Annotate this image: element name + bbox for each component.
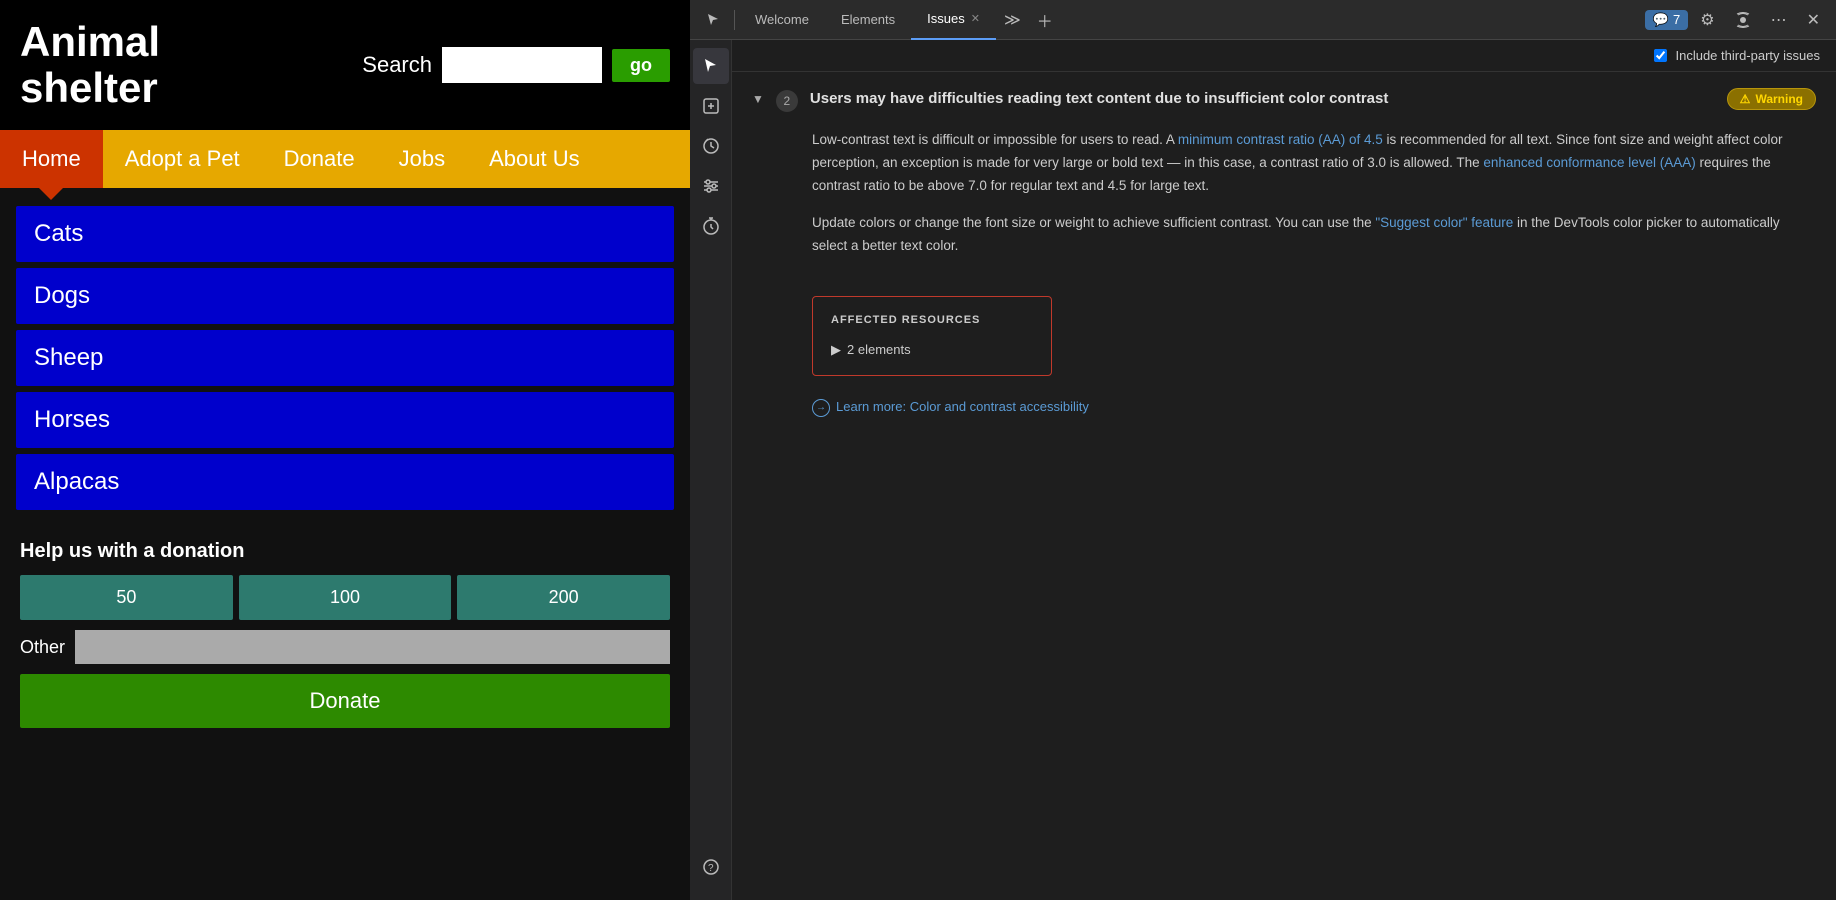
sidebar-timer-icon[interactable] xyxy=(693,208,729,244)
broadcast-icon[interactable] xyxy=(1727,0,1759,40)
issue-header: ▼ 2 Users may have difficulties reading … xyxy=(752,88,1816,115)
affected-resources: AFFECTED RESOURCES ▶ 2 elements xyxy=(812,296,1052,377)
warning-icon: ⚠ xyxy=(1740,92,1751,106)
third-party-checkbox[interactable] xyxy=(1654,49,1667,62)
tab-issues-close[interactable]: ✕ xyxy=(971,12,980,25)
issue-paragraph-1: Low-contrast text is difficult or imposs… xyxy=(812,129,1816,198)
learn-more-link[interactable]: → Learn more: Color and contrast accessi… xyxy=(812,396,1089,418)
donation-100-button[interactable]: 100 xyxy=(239,575,452,620)
elements-count-label: 2 elements xyxy=(847,339,911,361)
nav-item-donate[interactable]: Donate xyxy=(262,130,377,188)
issue-count-badge: 2 xyxy=(776,90,798,112)
donation-section: Help us with a donation 50 100 200 Other… xyxy=(0,524,690,744)
nav-bar: Home Adopt a Pet Donate Jobs About Us xyxy=(0,130,690,188)
issues-count-button[interactable]: 💬 7 xyxy=(1645,10,1688,30)
issue-paragraph-2: Update colors or change the font size or… xyxy=(812,212,1816,258)
message-icon: 💬 xyxy=(1653,12,1669,28)
warning-label: Warning xyxy=(1755,92,1803,106)
animal-item-alpacas[interactable]: Alpacas xyxy=(16,454,674,510)
chevron-down-icon: ▼ xyxy=(752,92,764,106)
cursor-icon[interactable] xyxy=(698,0,730,40)
sidebar-cursor-icon[interactable] xyxy=(693,48,729,84)
learn-more-row: → Learn more: Color and contrast accessi… xyxy=(812,396,1816,418)
donation-200-button[interactable]: 200 xyxy=(457,575,670,620)
issues-count: 7 xyxy=(1673,12,1680,27)
animal-list: Cats Dogs Sheep Horses Alpacas xyxy=(0,196,690,520)
issue-title: Users may have difficulties reading text… xyxy=(810,88,1715,109)
link-minimum-contrast[interactable]: minimum contrast ratio (AA) of 4.5 xyxy=(1178,132,1383,147)
third-party-row: Include third-party issues xyxy=(732,40,1836,72)
toolbar-separator-1 xyxy=(734,10,735,30)
sidebar-customize-icon[interactable] xyxy=(693,168,729,204)
other-row: Other xyxy=(20,630,670,664)
issue-expand-button[interactable]: ▼ xyxy=(752,92,764,106)
close-devtools-button[interactable]: ✕ xyxy=(1799,0,1828,40)
third-party-label: Include third-party issues xyxy=(1675,48,1820,63)
svg-text:?: ? xyxy=(708,863,714,874)
elements-expand-button[interactable]: ▶ 2 elements xyxy=(831,339,1033,361)
nav-item-jobs[interactable]: Jobs xyxy=(377,130,467,188)
animal-item-dogs[interactable]: Dogs xyxy=(16,268,674,324)
devtools-toolbar: Welcome Elements Issues ✕ ≫ ＋ 💬 7 ⚙ ⋯ ✕ xyxy=(690,0,1836,40)
sidebar-help-icon[interactable]: ? xyxy=(693,854,729,890)
devtools-right-buttons: 💬 7 ⚙ ⋯ ✕ xyxy=(1645,0,1828,40)
link-enhanced-conformance[interactable]: enhanced conformance level (AAA) xyxy=(1483,155,1695,170)
issue-body: Low-contrast text is difficult or imposs… xyxy=(752,129,1816,419)
affected-title: AFFECTED RESOURCES xyxy=(831,311,1033,330)
search-area: Search go xyxy=(362,47,670,83)
donation-50-button[interactable]: 50 xyxy=(20,575,233,620)
link-arrow-icon: → xyxy=(812,399,830,417)
more-tabs-button[interactable]: ≫ xyxy=(996,0,1029,40)
donation-title: Help us with a donation xyxy=(20,540,670,563)
app-title: Animalshelter xyxy=(20,19,160,111)
animal-item-cats[interactable]: Cats xyxy=(16,206,674,262)
app-header: Animalshelter Search go xyxy=(0,0,690,130)
search-input[interactable] xyxy=(442,47,602,83)
settings-icon[interactable]: ⚙ xyxy=(1692,0,1722,40)
search-label: Search xyxy=(362,52,432,78)
donate-submit-button[interactable]: Donate xyxy=(20,674,670,728)
chevron-right-icon: ▶ xyxy=(831,339,841,361)
donation-buttons: 50 100 200 xyxy=(20,575,670,620)
nav-item-aboutus[interactable]: About Us xyxy=(467,130,602,188)
devtools-body: ? Include third-party issues ▼ 2 xyxy=(690,40,1836,900)
left-panel: Animalshelter Search go Home Adopt a Pet… xyxy=(0,0,690,900)
devtools-panel: Welcome Elements Issues ✕ ≫ ＋ 💬 7 ⚙ ⋯ ✕ xyxy=(690,0,1836,900)
other-input[interactable] xyxy=(75,630,670,664)
more-options-icon[interactable]: ⋯ xyxy=(1763,0,1795,40)
issue-title-area: Users may have difficulties reading text… xyxy=(810,88,1715,115)
animal-item-sheep[interactable]: Sheep xyxy=(16,330,674,386)
sidebar-inspect-icon[interactable] xyxy=(693,88,729,124)
sidebar-performance-icon[interactable] xyxy=(693,128,729,164)
devtools-sidebar: ? xyxy=(690,40,732,900)
other-label: Other xyxy=(20,637,65,658)
add-tab-button[interactable]: ＋ xyxy=(1029,0,1061,40)
link-suggest-color[interactable]: "Suggest color" feature xyxy=(1375,215,1513,230)
warning-badge: ⚠ Warning xyxy=(1727,88,1816,110)
learn-more-text: Learn more: Color and contrast accessibi… xyxy=(836,396,1089,418)
nav-item-home[interactable]: Home xyxy=(0,130,103,188)
issue-card: ▼ 2 Users may have difficulties reading … xyxy=(732,72,1836,435)
animal-item-horses[interactable]: Horses xyxy=(16,392,674,448)
go-button[interactable]: go xyxy=(612,49,670,82)
nav-item-adopt[interactable]: Adopt a Pet xyxy=(103,130,262,188)
tab-welcome[interactable]: Welcome xyxy=(739,0,825,40)
tab-elements[interactable]: Elements xyxy=(825,0,911,40)
tab-issues[interactable]: Issues ✕ xyxy=(911,0,996,40)
issues-content: Include third-party issues ▼ 2 Users may… xyxy=(732,40,1836,900)
